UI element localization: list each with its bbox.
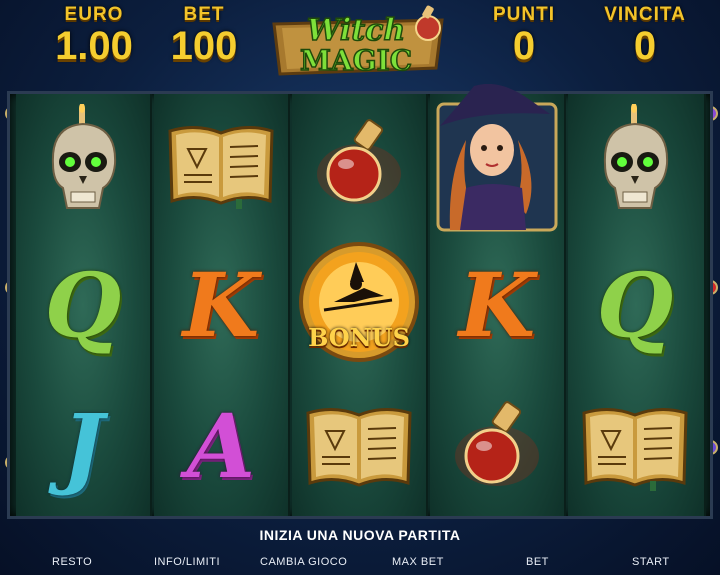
top-bar: EURO 1.00 BET 100 Witch MAGIC PUNTI 0 VI…	[0, 0, 720, 86]
euro-label: EURO	[64, 4, 124, 25]
logo-line2: MAGIC	[300, 44, 412, 77]
start-button[interactable]: START	[632, 556, 670, 568]
skull-icon	[603, 104, 669, 209]
symbol-spellbook	[154, 94, 288, 234]
symbol-potion	[292, 94, 426, 234]
symbol-k: K	[430, 235, 564, 375]
resto-button[interactable]: RESTO	[52, 556, 92, 568]
potion-icon	[455, 401, 539, 486]
reel-5: Q	[568, 94, 706, 516]
euro-stat: EURO 1.00	[44, 4, 144, 66]
punti-value: 0	[512, 24, 536, 68]
symbol-j: J	[16, 376, 150, 516]
punti-label: PUNTI	[493, 4, 555, 25]
skull-icon	[51, 104, 117, 209]
symbol-k: K	[154, 235, 288, 375]
button-bar: RESTO INFO/LIMITI CAMBIA GIOCO MAX BET B…	[0, 556, 720, 575]
logo-potion-icon	[415, 5, 441, 41]
reel-area: Q J K A BONUS K Q	[10, 84, 710, 516]
letter-q: Q	[44, 253, 122, 357]
symbol-skull	[16, 94, 150, 234]
symbol-skull	[568, 94, 702, 234]
symbol-spellbook	[568, 376, 702, 516]
symbol-spellbook	[292, 376, 426, 516]
vincita-value: 0	[633, 24, 657, 68]
letter-q: Q	[596, 253, 674, 357]
letter-j: J	[62, 394, 104, 498]
witch-icon	[436, 84, 558, 232]
spellbook-icon	[582, 408, 688, 491]
symbol-q: Q	[16, 235, 150, 375]
bet-stat: BET 100	[156, 4, 252, 66]
potion-icon	[317, 119, 401, 204]
status-message: INIZIA UNA NUOVA PARTITA	[259, 527, 461, 543]
reel-1: Q J	[16, 94, 152, 516]
spellbook-icon	[306, 408, 412, 487]
witch-magic-logo: Witch MAGIC	[272, 5, 444, 78]
reel-2: K A	[154, 94, 290, 516]
symbol-bonus[interactable]: BONUS	[292, 235, 426, 375]
letter-a: A	[186, 394, 256, 498]
reel-3: BONUS	[292, 94, 428, 516]
symbol-q: Q	[568, 235, 702, 375]
bet-label: BET	[183, 4, 225, 25]
spellbook-icon	[168, 126, 274, 209]
letter-k: K	[458, 253, 536, 357]
bet-value: 100	[170, 24, 238, 68]
letter-k: K	[182, 253, 260, 357]
vincita-stat: VINCITA 0	[590, 4, 700, 66]
cambia-gioco-button[interactable]: CAMBIA GIOCO	[260, 556, 347, 568]
reel-4: K	[430, 84, 566, 516]
symbol-a: A	[154, 376, 288, 516]
bet-button[interactable]: BET	[526, 556, 549, 568]
punti-stat: PUNTI 0	[478, 4, 570, 66]
vincita-label: VINCITA	[604, 4, 686, 25]
bonus-label: BONUS	[308, 323, 410, 352]
euro-value: 1.00	[55, 24, 133, 68]
info-limiti-button[interactable]: INFO/LIMITI	[154, 556, 220, 568]
max-bet-button[interactable]: MAX BET	[392, 556, 444, 568]
logo-line1: Witch	[307, 13, 406, 48]
symbol-witch	[430, 84, 564, 234]
symbol-potion	[430, 376, 564, 516]
